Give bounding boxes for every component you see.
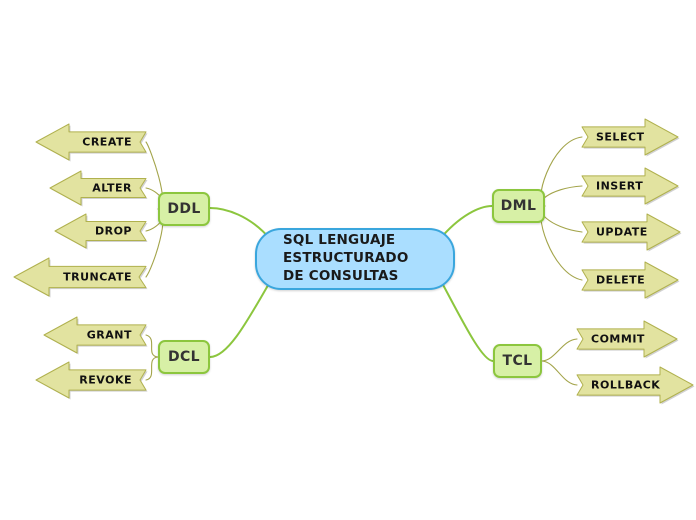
edge-dml-select [540,136,583,207]
leaf-node-select[interactable]: SELECT [581,118,680,157]
edge-tcl-rollback [541,360,578,386]
leaf-node-label-delete: DELETE [596,273,646,287]
leaf-node-update[interactable]: UPDATE [581,213,682,252]
edge-dcl-revoke [145,356,159,381]
leaf-node-rollback[interactable]: ROLLBACK [576,366,695,405]
branch-node-dcl[interactable]: DCL [158,340,210,374]
leaf-node-label-truncate: TRUNCATE [63,270,132,284]
branch-node-tcl[interactable]: TCL [493,344,542,378]
leaf-node-insert[interactable]: INSERT [581,167,680,206]
leaf-node-label-rollback: ROLLBACK [591,378,661,392]
leaf-node-commit[interactable]: COMMIT [576,320,679,359]
leaf-node-label-select: SELECT [596,130,645,144]
branch-node-label-tcl: TCL [502,353,533,369]
edge-dml-delete [540,205,583,281]
edge-dcl-grant [145,334,159,358]
leaf-node-alter[interactable]: ALTER [49,170,148,207]
central-node-label: SQL LENGUAJE ESTRUCTURADO DE CONSULTAS [283,232,409,284]
leaf-node-drop[interactable]: DROP [54,213,148,250]
branch-node-label-ddl: DDL [167,201,201,217]
edge-central-dcl [209,279,272,358]
branch-node-label-dml: DML [500,198,537,214]
leaf-node-delete[interactable]: DELETE [581,261,680,300]
leaf-node-label-insert: INSERT [596,179,644,193]
central-node[interactable]: SQL LENGUAJE ESTRUCTURADO DE CONSULTAS [255,228,455,290]
leaf-node-create[interactable]: CREATE [35,123,148,162]
leaf-node-label-create: CREATE [82,135,132,149]
leaf-node-label-grant: GRANT [86,328,132,342]
leaf-node-grant[interactable]: GRANT [43,316,148,355]
leaf-node-label-commit: COMMIT [591,332,645,346]
leaf-node-label-drop: DROP [94,224,132,238]
branch-node-label-dcl: DCL [167,349,201,365]
edge-tcl-commit [541,338,578,362]
leaf-node-label-alter: ALTER [92,181,132,195]
edge-central-tcl [440,280,494,362]
edge-dml-update [540,205,583,233]
leaf-node-label-update: UPDATE [596,225,648,239]
branch-node-ddl[interactable]: DDL [158,192,210,226]
leaf-node-revoke[interactable]: REVOKE [35,361,148,400]
leaf-node-label-revoke: REVOKE [79,373,132,387]
branch-node-dml[interactable]: DML [492,189,545,223]
edge-dml-insert [540,185,583,207]
mindmap-canvas: SQL LENGUAJE ESTRUCTURADO DE CONSULTAS D… [0,0,696,520]
leaf-node-truncate[interactable]: TRUNCATE [13,257,148,298]
